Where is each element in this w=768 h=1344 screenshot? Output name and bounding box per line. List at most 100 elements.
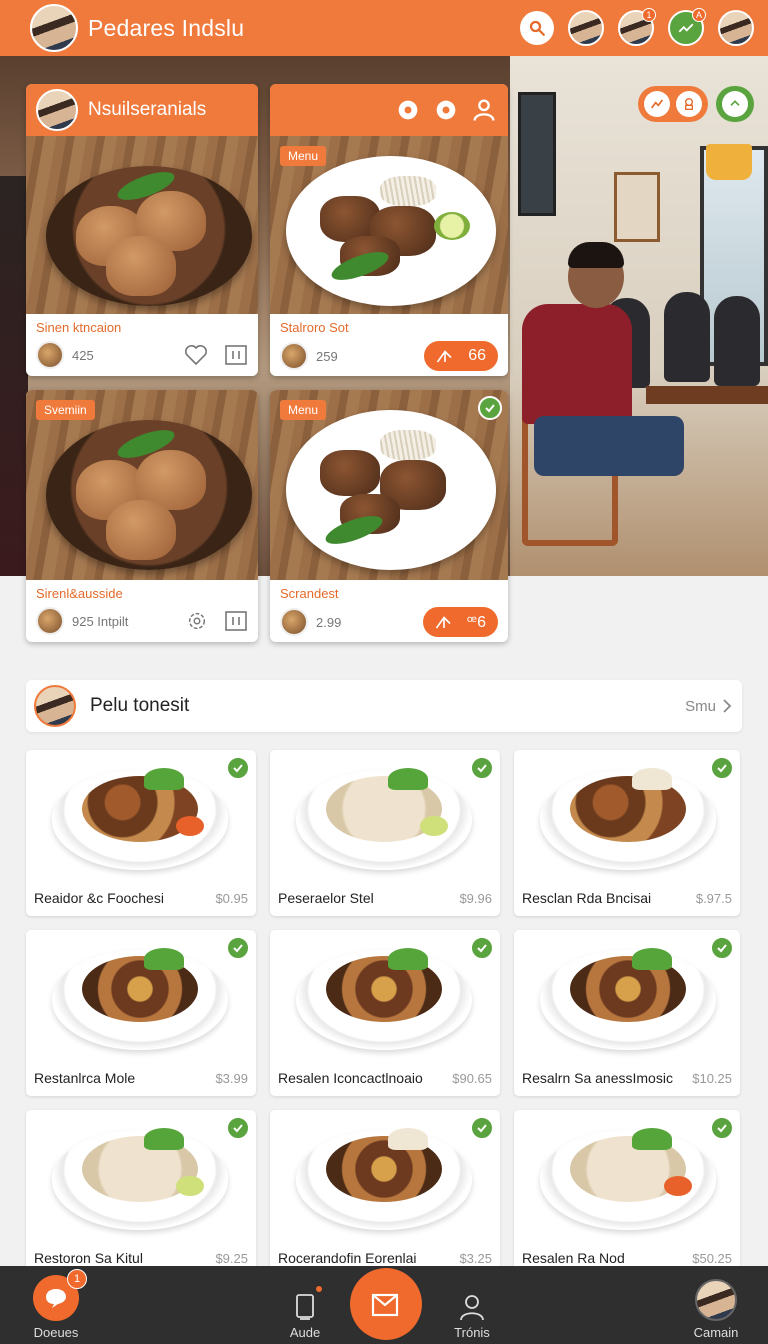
nav-home-button: 1 [33, 1269, 87, 1321]
dish-name: Peseraelor Stel [278, 890, 374, 906]
chef-button[interactable] [676, 91, 702, 117]
dish-name: Resalen Iconcactlnoaio [278, 1070, 423, 1086]
share-button[interactable] [722, 91, 748, 117]
trend-button[interactable]: A [668, 8, 706, 46]
seated-diner [522, 242, 684, 546]
card-header: Nsuilseranials [26, 84, 258, 136]
user-avatar[interactable] [30, 4, 78, 52]
nav-account[interactable]: Camain [686, 1266, 746, 1344]
check-icon [477, 944, 487, 953]
dish-card[interactable]: Resclan Rda Bncisai $.97.5 [514, 750, 740, 916]
check-badge [470, 1116, 494, 1140]
compose-button [350, 1268, 422, 1340]
user-outline-icon[interactable] [470, 96, 498, 124]
dish-thumbnail [36, 341, 64, 369]
nav-profile[interactable]: Trónis [446, 1266, 498, 1344]
dish-photo: Svemiin [26, 390, 258, 580]
dish-name: Resalen Ra Nod [522, 1250, 625, 1266]
order-count: ꟹ6 [466, 614, 486, 631]
nav-compose[interactable] [350, 1252, 422, 1344]
chevron-right-icon [723, 699, 732, 713]
wall-poster [614, 172, 660, 242]
featured-card[interactable]: Menu Stalroro Sot 259 66 [270, 84, 508, 376]
phone-icon [296, 1294, 314, 1320]
dish-price: $90.65 [452, 1071, 492, 1086]
dish-count: 2.99 [316, 614, 342, 630]
send-icon [435, 616, 451, 629]
check-icon [233, 1124, 243, 1133]
person-icon [460, 1295, 484, 1321]
notification-badge: 1 [642, 8, 656, 22]
hero-action-group [716, 86, 754, 122]
check-icon [233, 764, 243, 773]
dish-count: 925 Intpilt [72, 613, 129, 629]
trend-button[interactable] [644, 91, 670, 117]
check-icon [717, 944, 727, 953]
dish-card[interactable]: Resalrn Sa anessImosic $10.25 [514, 930, 740, 1096]
featured-card[interactable]: Svemiin Sirenl&ausside 925 Intpilt [26, 390, 258, 642]
dish-price: $9.96 [459, 891, 492, 906]
check-icon [477, 764, 487, 773]
dish-price: $3.99 [215, 1071, 248, 1086]
card-header-title: Nsuilseranials [88, 99, 207, 120]
notification-badge: 1 [67, 1269, 87, 1289]
friend-avatar-1[interactable] [568, 10, 604, 46]
app-title: Pedares Indslu [88, 14, 245, 41]
check-icon [477, 1124, 487, 1133]
bookmark-icon[interactable] [224, 610, 248, 632]
dish-count: 259 [316, 348, 338, 364]
dish-card[interactable]: Resalen Ra Nod $50.25 [514, 1110, 740, 1276]
search-button[interactable] [520, 11, 554, 45]
dish-price: $3.25 [459, 1251, 492, 1266]
check-badge [470, 936, 494, 960]
top-app-bar: Pedares Indslu 1 A [0, 0, 768, 56]
nav-add[interactable]: Aude [280, 1266, 330, 1344]
dish-card[interactable]: Restanlrca Mole $3.99 [26, 930, 256, 1096]
order-button[interactable]: 66 [424, 341, 498, 371]
dish-photo: Menu [270, 136, 508, 314]
featured-card[interactable]: Nsuilseranials Sinen ktncaion 425 [26, 84, 258, 376]
dish-grid: Reaidor &c Foochesi $0.95 Peseraelor Stel… [26, 750, 742, 1276]
see-more-label: Smu [685, 697, 716, 715]
settings-icon[interactable] [186, 610, 208, 632]
chef-icon [685, 98, 693, 110]
trend-icon [678, 23, 694, 33]
dish-title: Scrandest [280, 586, 339, 601]
settings-icon[interactable] [394, 96, 422, 124]
order-button[interactable]: ꟹ6 [422, 607, 498, 637]
heart-icon[interactable] [184, 344, 208, 366]
featured-card[interactable]: Menu Scrandest 2.99 ꟹ6 [270, 390, 508, 642]
check-icon [717, 1124, 727, 1133]
dish-photo: Menu [270, 390, 508, 580]
card-header [270, 84, 508, 136]
dish-card[interactable]: Resalen Iconcactlnoaio $90.65 [270, 930, 500, 1096]
dish-price: $50.25 [692, 1251, 732, 1266]
check-badge [226, 936, 250, 960]
section-avatar [34, 685, 76, 727]
hero-action-group [638, 86, 708, 122]
settings-icon[interactable] [432, 96, 460, 124]
trend-icon [651, 99, 663, 109]
dish-card[interactable]: Peseraelor Stel $9.96 [270, 750, 500, 916]
dish-card[interactable]: Reaidor &c Foochesi $0.95 [26, 750, 256, 916]
dish-price: $.97.5 [695, 891, 732, 906]
dish-card[interactable]: Restoron Sa Kitul $9.25 [26, 1110, 256, 1276]
dish-thumbnail [280, 608, 308, 636]
nav-home[interactable]: 1 Doeues [28, 1266, 87, 1344]
dish-title: Sinen ktncaion [36, 320, 122, 335]
see-more-link[interactable]: Smu [685, 698, 732, 715]
friend-avatar-3[interactable] [718, 10, 754, 46]
check-badge [478, 396, 502, 420]
bookmark-icon[interactable] [224, 344, 248, 366]
friend-avatar-2[interactable]: 1 [618, 8, 656, 46]
dish-count: 425 [72, 347, 94, 363]
hanging-lamp [706, 144, 752, 180]
check-badge [710, 756, 734, 780]
nav-profile-label: Trónis [454, 1325, 490, 1340]
dish-name: Resalrn Sa anessImosic [522, 1070, 673, 1086]
nav-home-label: Doeues [33, 1325, 79, 1340]
dish-price: $0.95 [215, 891, 248, 906]
menu-tag: Menu [280, 400, 327, 420]
dish-thumbnail [36, 607, 64, 635]
section-title: Pelu tonesit [90, 695, 190, 716]
